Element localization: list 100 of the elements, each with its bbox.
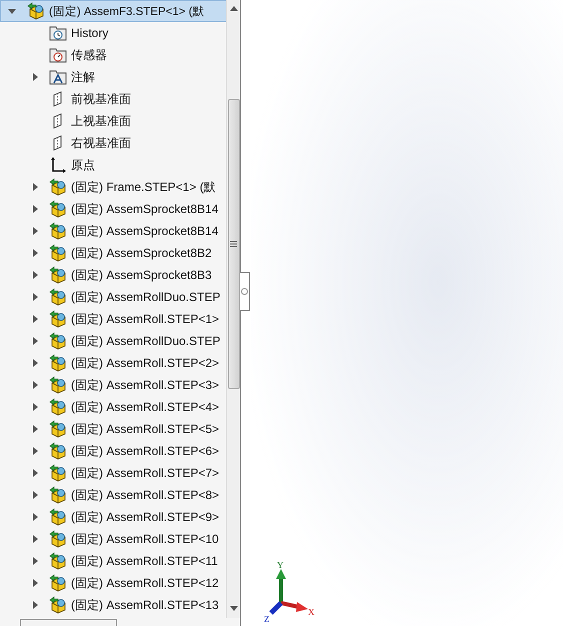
tree-item-label: 注解 [71, 68, 95, 86]
assembly-icon [49, 442, 67, 460]
tree-item[interactable]: (固定) AssemSprocket8B3 [0, 264, 226, 286]
assembly-icon [49, 288, 67, 306]
assembly-icon [49, 398, 67, 416]
expand-arrow-icon[interactable] [31, 249, 39, 257]
panel-splitter-handle[interactable] [240, 272, 250, 311]
tree-item-label: (固定) AssemRoll.STEP<12 [71, 574, 219, 592]
expand-arrow-icon[interactable] [31, 601, 39, 609]
expand-arrow-icon[interactable] [31, 557, 39, 565]
folder-letter-icon [49, 68, 67, 86]
expand-arrow-icon[interactable] [31, 205, 39, 213]
expand-arrow-icon[interactable] [31, 469, 39, 477]
tree-item[interactable]: (固定) AssemRoll.STEP<7> [0, 462, 226, 484]
expand-arrow-icon[interactable] [31, 73, 39, 81]
tree-item[interactable]: (固定) AssemRollDuo.STEP [0, 330, 226, 352]
expand-arrow-icon[interactable] [31, 315, 39, 323]
axis-triad-drawing: Y X Z [263, 558, 323, 624]
assembly-icon [49, 244, 67, 262]
tree-item[interactable]: (固定) AssemRoll.STEP<12 [0, 572, 226, 594]
expand-arrow-icon[interactable] [31, 579, 39, 587]
tree-item-label: 上视基准面 [71, 112, 131, 130]
expand-arrow-icon[interactable] [31, 447, 39, 455]
expand-arrow-icon[interactable] [31, 271, 39, 279]
tree-item-label: History [71, 26, 108, 40]
expand-arrow-icon[interactable] [31, 293, 39, 301]
expand-arrow-icon[interactable] [8, 7, 16, 15]
assembly-icon [49, 486, 67, 504]
assembly-icon [27, 2, 45, 20]
tree-item[interactable]: 上视基准面 [0, 110, 226, 132]
tree-item[interactable]: 前视基准面 [0, 88, 226, 110]
expand-arrow-icon[interactable] [31, 337, 39, 345]
tree-item-label: (固定) Frame.STEP<1> (默 [71, 178, 216, 196]
grip-icon [230, 241, 237, 247]
expand-arrow-icon[interactable] [31, 491, 39, 499]
tree-item-label: (固定) AssemRoll.STEP<1> [71, 310, 220, 328]
tree-item-label: 原点 [71, 156, 95, 174]
expand-arrow-icon[interactable] [31, 425, 39, 433]
assembly-icon [49, 222, 67, 240]
expand-arrow-icon[interactable] [31, 227, 39, 235]
tree-item-label: (固定) AssemRoll.STEP<10 [71, 530, 219, 548]
tree-item[interactable]: (固定) AssemRollDuo.STEP [0, 286, 226, 308]
tree-item[interactable]: (固定) AssemRoll.STEP<2> [0, 352, 226, 374]
assembly-icon [49, 508, 67, 526]
tree-item[interactable]: (固定) AssemRoll.STEP<1> [0, 308, 226, 330]
tree-item[interactable]: (固定) AssemRoll.STEP<5> [0, 418, 226, 440]
origin-axes-icon [49, 156, 67, 174]
assembly-icon [49, 596, 67, 614]
tree-item-label: (固定) AssemSprocket8B3 [71, 266, 212, 284]
tree-item[interactable]: (固定) AssemRoll.STEP<13 [0, 594, 226, 616]
tree-item[interactable]: (固定) AssemRoll.STEP<9> [0, 506, 226, 528]
tree-item[interactable]: 传感器 [0, 44, 226, 66]
tree-item-label: (固定) AssemSprocket8B14 [71, 200, 218, 218]
tree-item[interactable]: 右视基准面 [0, 132, 226, 154]
assembly-icon [49, 420, 67, 438]
tree-item[interactable]: (固定) AssemSprocket8B14 [0, 220, 226, 242]
tree-item-label: (固定) AssemRollDuo.STEP [71, 288, 220, 306]
tree-item[interactable]: (固定) AssemRoll.STEP<11 [0, 550, 226, 572]
tree-item[interactable]: (固定) AssemF3.STEP<1> (默 [0, 0, 228, 22]
tree-item-label: (固定) AssemSprocket8B2 [71, 244, 212, 262]
tree-item[interactable]: (固定) AssemRoll.STEP<4> [0, 396, 226, 418]
tree-item[interactable]: (固定) AssemSprocket8B2 [0, 242, 226, 264]
tree-item[interactable]: (固定) AssemRoll.STEP<3> [0, 374, 226, 396]
tree-item[interactable]: (固定) AssemRoll.STEP<8> [0, 484, 226, 506]
scroll-up-icon[interactable] [230, 6, 238, 11]
folder-gauge-icon [49, 46, 67, 64]
tree-item-label: (固定) AssemRoll.STEP<13 [71, 596, 219, 614]
tree-item-label: (固定) AssemRoll.STEP<8> [71, 486, 220, 504]
tree-item[interactable]: (固定) AssemSprocket8B14 [0, 198, 226, 220]
folder-clock-icon [49, 24, 67, 42]
assembly-icon [49, 266, 67, 284]
tree-item-label: (固定) AssemRoll.STEP<3> [71, 376, 220, 394]
expand-arrow-icon[interactable] [31, 403, 39, 411]
expand-arrow-icon[interactable] [31, 183, 39, 191]
tree-item[interactable]: (固定) Frame.STEP<1> (默 [0, 176, 226, 198]
expand-arrow-icon[interactable] [31, 513, 39, 521]
expand-arrow-icon[interactable] [31, 535, 39, 543]
scroll-down-icon[interactable] [230, 606, 238, 611]
assembly-icon [49, 310, 67, 328]
assembly-icon [49, 464, 67, 482]
tree-item[interactable]: History [0, 22, 226, 44]
assembly-icon [49, 530, 67, 548]
tree-item[interactable]: (固定) AssemRoll.STEP<6> [0, 440, 226, 462]
tree-item[interactable]: 原点 [0, 154, 226, 176]
assembly-icon [49, 354, 67, 372]
tree-item-label: (固定) AssemRoll.STEP<2> [71, 354, 220, 372]
expand-arrow-icon[interactable] [31, 381, 39, 389]
tree-item-label: (固定) AssemRoll.STEP<5> [71, 420, 220, 438]
assembly-icon [49, 552, 67, 570]
tree-item-label: (固定) AssemRollDuo.STEP [71, 332, 220, 350]
tree-item-label: 右视基准面 [71, 134, 131, 152]
tree-item-label: 传感器 [71, 46, 107, 64]
tree-item[interactable]: (固定) AssemRoll.STEP<10 [0, 528, 226, 550]
expand-arrow-icon[interactable] [31, 359, 39, 367]
tree-item-label: (固定) AssemF3.STEP<1> (默 [49, 4, 205, 18]
tree-item-label: (固定) AssemSprocket8B14 [71, 222, 218, 240]
tree-item[interactable]: 注解 [0, 66, 226, 88]
assembly-icon [49, 376, 67, 394]
tree-item-label: (固定) AssemRoll.STEP<11 [71, 552, 218, 570]
tree-item-label: (固定) AssemRoll.STEP<9> [71, 508, 220, 526]
